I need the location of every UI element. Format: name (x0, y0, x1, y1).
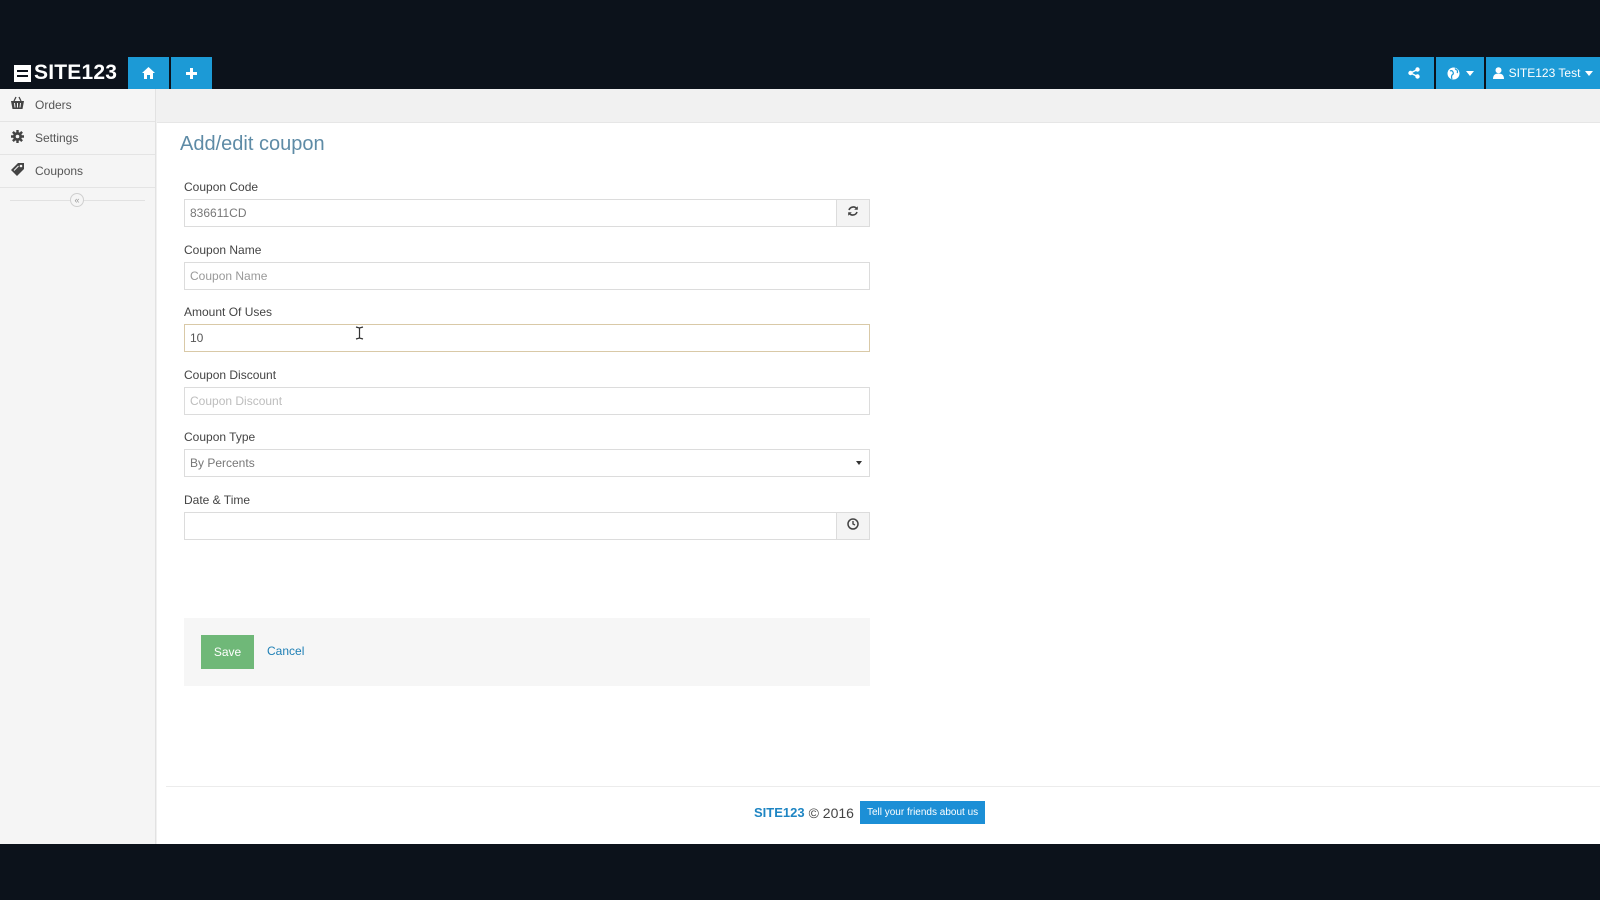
amount-of-uses-field (184, 324, 870, 352)
sidebar-collapse-row: « (0, 188, 155, 212)
coupon-code-label: Coupon Code (184, 180, 259, 194)
gear-icon (10, 129, 25, 147)
sidebar-item-coupons[interactable]: Coupons (0, 155, 155, 188)
user-menu-button[interactable]: SITE123 Test (1486, 57, 1600, 89)
chevron-down-icon (1585, 70, 1594, 76)
coupon-discount-input[interactable] (185, 388, 869, 414)
form-actions: Save Cancel (184, 618, 870, 686)
coupon-code-input[interactable] (185, 200, 836, 226)
save-button[interactable]: Save (201, 635, 254, 669)
share-button[interactable] (1393, 57, 1434, 89)
footer-copyright: © 2016 (808, 804, 854, 821)
collapse-sidebar-icon[interactable]: « (70, 193, 84, 207)
main-content: Add/edit coupon Coupon Code Coupon Name … (157, 89, 1600, 844)
language-button[interactable] (1436, 57, 1484, 89)
plus-icon (186, 67, 197, 79)
coupon-name-input[interactable] (185, 263, 869, 289)
date-time-label: Date & Time (184, 493, 251, 507)
coupon-code-field (184, 199, 870, 227)
main-toolbar (157, 89, 1600, 123)
footer-brand[interactable]: SITE123 (754, 805, 805, 820)
caret-down-icon (856, 461, 862, 465)
coupon-type-select[interactable]: By Percents (184, 449, 870, 477)
basket-icon (10, 96, 25, 114)
app-window: SITE123 SITE123 Test Orders Settings Cou… (0, 57, 1600, 844)
date-time-field (184, 512, 870, 540)
sidebar-item-label: Orders (35, 98, 72, 112)
chevron-down-icon (1465, 70, 1474, 76)
coupon-name-label: Coupon Name (184, 243, 262, 257)
tag-icon (10, 162, 25, 180)
home-button[interactable] (128, 57, 169, 89)
footer-content: SITE123 © 2016 Tell your friends about u… (754, 801, 986, 824)
text-cursor-icon (355, 326, 364, 340)
user-name: SITE123 Test (1508, 66, 1581, 80)
add-button[interactable] (171, 57, 212, 89)
sidebar: Orders Settings Coupons « (0, 89, 156, 844)
sidebar-item-orders[interactable]: Orders (0, 89, 155, 122)
globe-icon (1447, 67, 1460, 80)
top-bar: SITE123 SITE123 Test (0, 57, 1600, 89)
coupon-discount-label: Coupon Discount (184, 368, 277, 382)
sidebar-item-label: Coupons (35, 164, 84, 178)
tell-friends-button[interactable]: Tell your friends about us (859, 801, 986, 824)
user-icon (1492, 67, 1504, 79)
sidebar-item-label: Settings (35, 131, 79, 145)
coupon-name-field (184, 262, 870, 290)
coupon-type-value: By Percents (190, 456, 255, 470)
date-time-input[interactable] (185, 513, 836, 539)
coupon-type-label: Coupon Type (184, 430, 256, 444)
amount-of-uses-input[interactable] (185, 325, 869, 351)
page-title: Add/edit coupon (180, 133, 325, 155)
share-icon (1407, 67, 1420, 79)
logo-text: SITE123 (34, 61, 118, 84)
logo-mark (14, 64, 31, 82)
coupon-discount-field (184, 387, 870, 415)
cancel-link[interactable]: Cancel (267, 644, 304, 658)
site-logo[interactable]: SITE123 (14, 61, 117, 85)
sidebar-item-settings[interactable]: Settings (0, 122, 155, 155)
home-icon (142, 67, 155, 79)
refresh-icon (847, 204, 859, 222)
clock-icon (847, 517, 859, 535)
regenerate-code-button[interactable] (836, 200, 869, 226)
footer: SITE123 © 2016 Tell your friends about u… (166, 786, 1600, 845)
amount-of-uses-label: Amount Of Uses (184, 305, 273, 319)
date-time-picker-button[interactable] (836, 513, 869, 539)
